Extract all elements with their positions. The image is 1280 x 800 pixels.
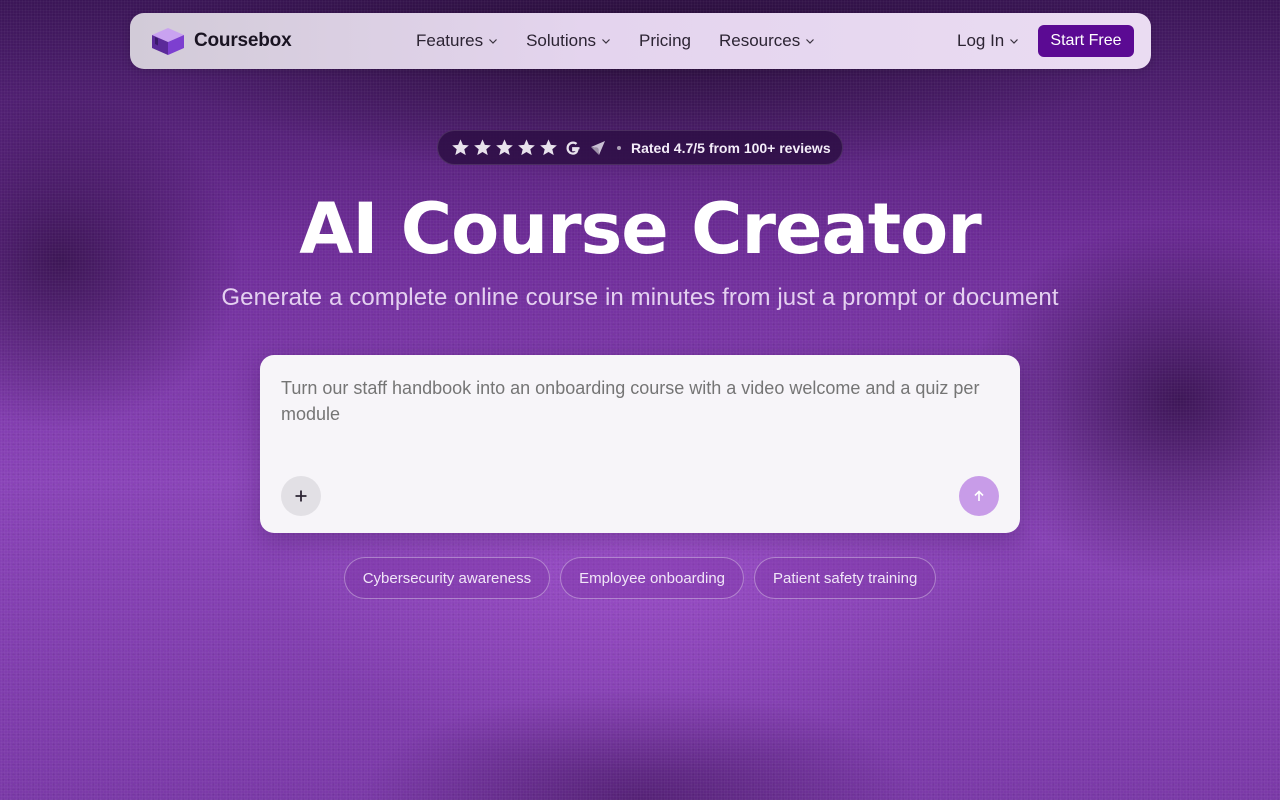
rating-stars xyxy=(451,138,558,157)
login-link[interactable]: Log In xyxy=(957,13,1019,69)
star-icon xyxy=(540,139,557,156)
google-icon xyxy=(566,140,580,155)
nav-item-label: Features xyxy=(416,31,484,50)
nav-item-resources[interactable]: Resources xyxy=(719,31,815,51)
prompt-box xyxy=(260,355,1020,533)
nav-item-label: Solutions xyxy=(526,31,597,50)
suggestion-chip-patient-safety[interactable]: Patient safety training xyxy=(754,557,937,599)
coursebox-logo-icon xyxy=(152,28,184,55)
send-button[interactable] xyxy=(959,476,999,516)
suggestion-chip-onboarding[interactable]: Employee onboarding xyxy=(560,557,745,599)
arrow-up-icon xyxy=(974,490,984,501)
capterra-icon xyxy=(591,140,605,155)
brand-logo[interactable]: Coursebox xyxy=(150,26,292,56)
chevron-down-icon xyxy=(489,39,498,44)
nav-item-label: Resources xyxy=(719,31,801,50)
rating-text: Rated 4.7/5 from 100+ reviews xyxy=(631,139,831,156)
start-free-button[interactable]: Start Free xyxy=(1038,25,1134,57)
nav-item-label: Pricing xyxy=(639,31,691,50)
chevron-down-icon xyxy=(602,39,610,44)
login-label: Log In xyxy=(957,31,1005,50)
star-icon xyxy=(496,139,513,156)
star-icon xyxy=(518,139,535,156)
suggestion-chips: Cybersecurity awareness Employee onboard… xyxy=(0,557,1280,599)
brand-name: Coursebox xyxy=(194,30,292,51)
chevron-down-icon xyxy=(1010,39,1019,44)
separator-dot xyxy=(617,145,621,150)
prompt-input[interactable] xyxy=(281,375,1001,453)
nav-item-pricing[interactable]: Pricing xyxy=(639,31,691,51)
add-attachment-button[interactable] xyxy=(281,476,321,516)
nav-item-features[interactable]: Features xyxy=(416,31,498,51)
chevron-down-icon xyxy=(806,39,815,44)
hero-subtitle: Generate a complete online course in min… xyxy=(221,284,1059,311)
star-icon xyxy=(474,139,491,156)
rating-badge: Rated 4.7/5 from 100+ reviews xyxy=(437,130,843,165)
nav-item-solutions[interactable]: Solutions xyxy=(526,31,611,51)
star-icon xyxy=(452,139,469,156)
hero-title: AI Course Creator xyxy=(299,188,982,270)
suggestion-chip-cybersecurity[interactable]: Cybersecurity awareness xyxy=(343,557,551,599)
top-navbar: Coursebox Features Solutions Pricing Res… xyxy=(130,13,1151,69)
plus-icon xyxy=(295,490,307,502)
nav-links: Features Solutions Pricing Resources xyxy=(416,13,843,69)
